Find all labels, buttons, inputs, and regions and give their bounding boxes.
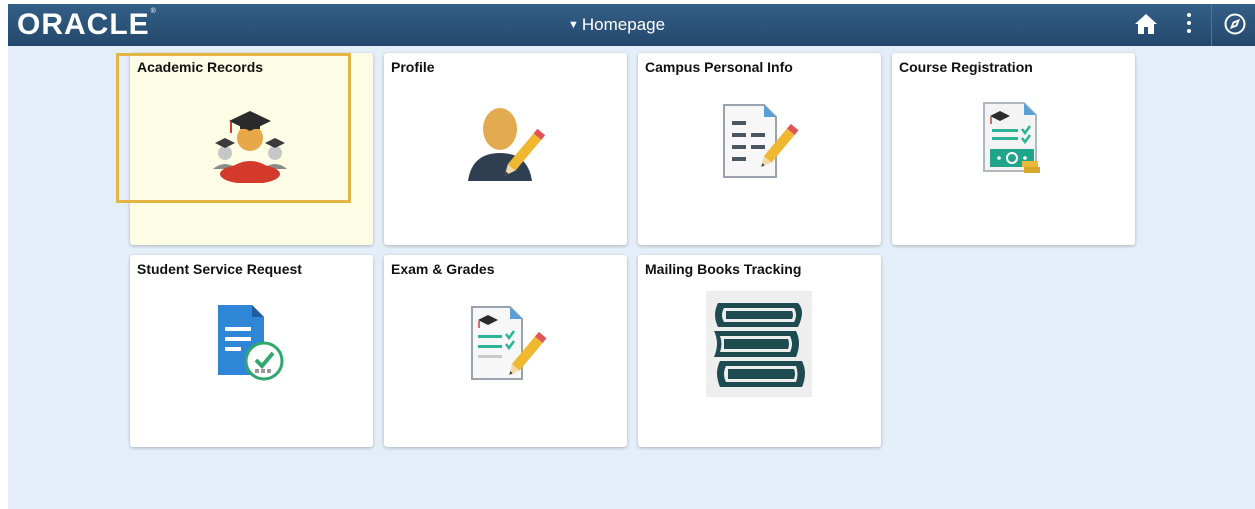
graduates-icon <box>213 111 287 183</box>
tile-campus-personal-info[interactable]: Campus Personal Info <box>638 53 881 245</box>
oracle-logo: ORACLE® <box>17 8 157 41</box>
person-edit-icon <box>468 108 546 181</box>
document-edit-icon <box>723 104 799 178</box>
tile-exam-grades[interactable]: Exam & Grades <box>384 255 627 447</box>
tile-profile[interactable]: Profile <box>384 53 627 245</box>
tile-student-service-request[interactable]: Student Service Request <box>130 255 373 447</box>
homepage-label: Homepage <box>581 15 666 34</box>
homepage-content: Academic Records Profile Campus Personal… <box>8 46 1255 509</box>
app-header: ORACLE® ▼ Homepage <box>8 4 1255 46</box>
header-divider <box>1211 4 1212 46</box>
more-options-icon[interactable] <box>1184 13 1194 37</box>
tile-mailing-books-tracking[interactable]: Mailing Books Tracking <box>638 255 881 447</box>
graded-document-edit-icon <box>471 306 547 380</box>
tile-academic-records[interactable]: Academic Records <box>130 53 373 245</box>
caret-down-icon: ▼ <box>568 19 579 31</box>
tile-title: Exam & Grades <box>391 261 495 277</box>
tile-course-registration[interactable]: Course Registration <box>892 53 1135 245</box>
tile-title: Profile <box>391 59 435 75</box>
books-stack-icon <box>706 291 812 397</box>
home-icon[interactable] <box>1134 12 1158 41</box>
registration-payment-icon <box>983 102 1040 173</box>
homepage-dropdown[interactable]: ▼ Homepage <box>568 15 665 35</box>
tile-title: Academic Records <box>137 59 264 75</box>
tile-title: Mailing Books Tracking <box>645 261 802 277</box>
tile-title: Student Service Request <box>137 261 302 277</box>
document-check-icon <box>218 305 284 381</box>
tile-title: Campus Personal Info <box>645 59 793 75</box>
navigator-icon[interactable] <box>1223 12 1247 41</box>
tile-title: Course Registration <box>899 59 1033 75</box>
